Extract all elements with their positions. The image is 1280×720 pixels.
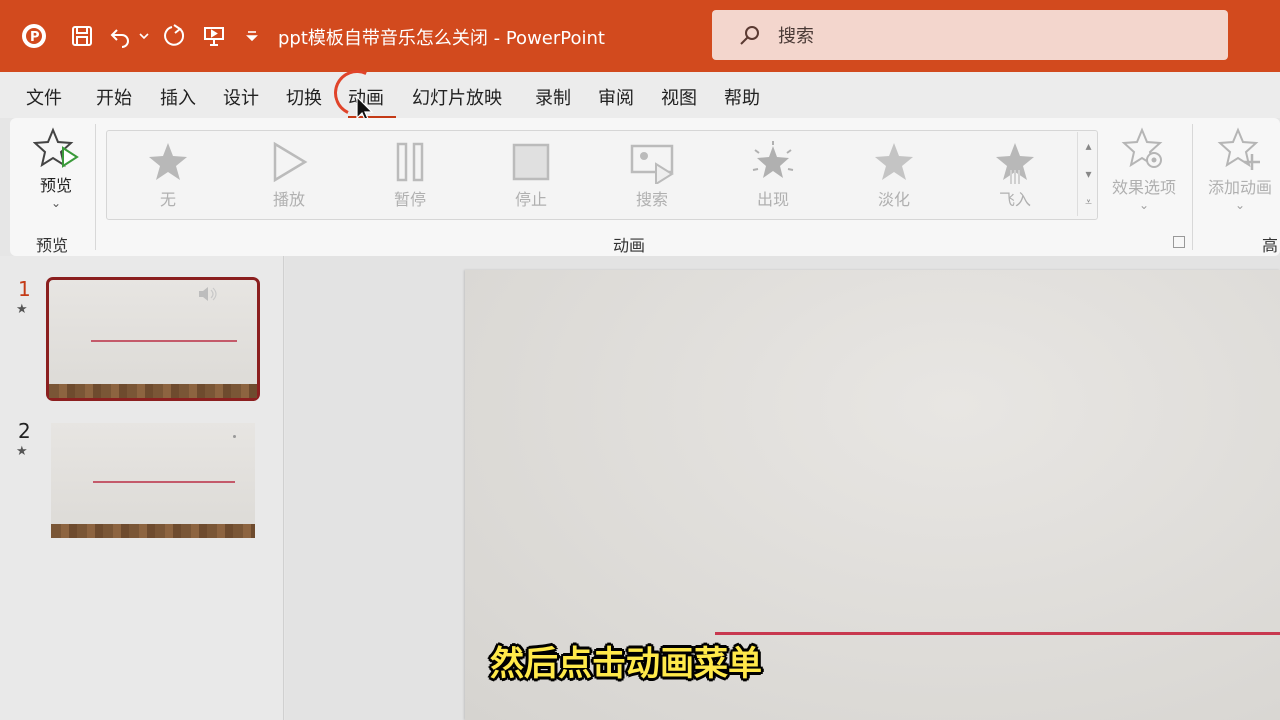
add-animation-label: 添加动画 [1207,178,1272,197]
animation-pause-label: 暂停 [393,190,426,209]
chevron-down-icon: ⌄ [1234,198,1246,212]
tab-insert[interactable]: 插入 [160,84,196,110]
tab-record[interactable]: 录制 [535,84,571,110]
slide-thumbnail-2[interactable] [51,423,255,538]
animation-seek[interactable]: 搜索 [602,140,702,210]
title-bar: P ppt模板自带音乐怎么关闭 - PowerPoint 搜索 [0,0,1280,72]
ribbon-tabs: 文件 开始 插入 设计 切换 动画 幻灯片放映 录制 审阅 视图 帮助 [0,72,1280,118]
stop-icon [512,143,550,181]
add-animation-icon [1217,127,1260,170]
fade-star-icon [875,143,913,180]
animation-appear-label: 出现 [756,190,789,209]
search-icon [740,26,759,45]
ribbon-separator [95,124,96,250]
effect-options-icon [1121,127,1163,168]
tab-design[interactable]: 设计 [223,84,259,110]
fly-in-star-icon [996,143,1034,184]
slide-decor-line [715,632,1280,635]
gallery-scroll-down-icon[interactable]: ▾ [1077,160,1099,188]
gallery-more-icon[interactable]: ⩡ [1077,188,1099,216]
play-icon [273,141,308,183]
animation-play-label: 播放 [272,190,305,209]
pause-icon [396,142,424,182]
search-placeholder: 搜索 [778,26,814,47]
preview-star-icon [33,127,79,168]
animation-none-label: 无 [159,190,176,209]
slide-floor-image [51,524,255,538]
undo-icon[interactable] [106,22,134,50]
star-icon [149,143,187,180]
customize-qat-icon[interactable] [240,22,264,50]
animation-fade-label: 淡化 [877,190,910,209]
chevron-down-icon: ⌄ [50,196,62,210]
appear-star-icon [752,141,794,178]
tab-view[interactable]: 视图 [661,84,697,110]
tab-file[interactable]: 文件 [26,84,62,110]
animation-star-icon: ★ [16,444,28,459]
svg-text:P: P [30,30,40,45]
tab-slideshow[interactable]: 幻灯片放映 [412,84,502,110]
animation-seek-label: 搜索 [635,190,668,209]
group-caption-animation: 动画 [613,236,646,255]
save-icon[interactable] [68,22,96,50]
animation-fly-in-label: 飞入 [998,190,1031,209]
group-caption-advanced-partial: 高 [1262,236,1279,255]
effect-options-label: 效果选项 [1111,178,1176,197]
animation-stop-label: 停止 [514,190,547,209]
present-icon[interactable] [200,22,228,50]
powerpoint-logo-icon[interactable]: P [20,22,48,50]
undo-dropdown-icon[interactable] [134,22,154,50]
add-animation-button[interactable]: 添加动画 ⌄ [1194,126,1280,212]
effect-options-button[interactable]: 效果选项 ⌄ [1098,126,1190,212]
slide-number-2: 2 [18,419,31,443]
gallery-scroll: ▴ ▾ ⩡ [1077,132,1099,218]
speaker-dot-icon [233,435,236,438]
search-box[interactable]: 搜索 [712,10,1228,60]
slide-floor-image [49,384,257,398]
redo-icon[interactable] [160,22,188,50]
ribbon-separator [1192,124,1193,250]
gallery-scroll-up-icon[interactable]: ▴ [1077,132,1099,160]
preview-label: 预览 [39,176,72,195]
tab-home[interactable]: 开始 [96,84,132,110]
tab-help[interactable]: 帮助 [724,84,760,110]
animation-appear[interactable]: 出现 [723,140,823,210]
animation-play[interactable]: 播放 [239,140,339,210]
slide-decor-line [91,340,237,342]
tab-transitions[interactable]: 切换 [286,84,322,110]
document-title: ppt模板自带音乐怎么关闭 - PowerPoint [278,28,605,49]
animation-fade[interactable]: 淡化 [844,140,944,210]
animation-fly-in[interactable]: 飞入 [965,140,1065,210]
preview-button[interactable]: 预览 ⌄ [20,126,92,210]
animation-pause[interactable]: 暂停 [360,140,460,210]
video-subtitle: 然后点击动画菜单 [490,644,762,684]
tab-review[interactable]: 审阅 [598,84,634,110]
animation-stop[interactable]: 停止 [481,140,581,210]
dialog-launcher-icon[interactable] [1173,236,1185,248]
group-caption-preview: 预览 [36,236,69,255]
animation-none[interactable]: 无 [118,140,218,210]
speaker-icon [199,287,217,301]
slide-number-1: 1 [18,277,31,301]
seek-video-icon [630,144,674,184]
chevron-down-icon: ⌄ [1138,198,1150,212]
slide-thumbnail-1[interactable] [46,277,260,401]
animation-star-icon: ★ [16,302,28,317]
slide-decor-line [93,481,235,483]
